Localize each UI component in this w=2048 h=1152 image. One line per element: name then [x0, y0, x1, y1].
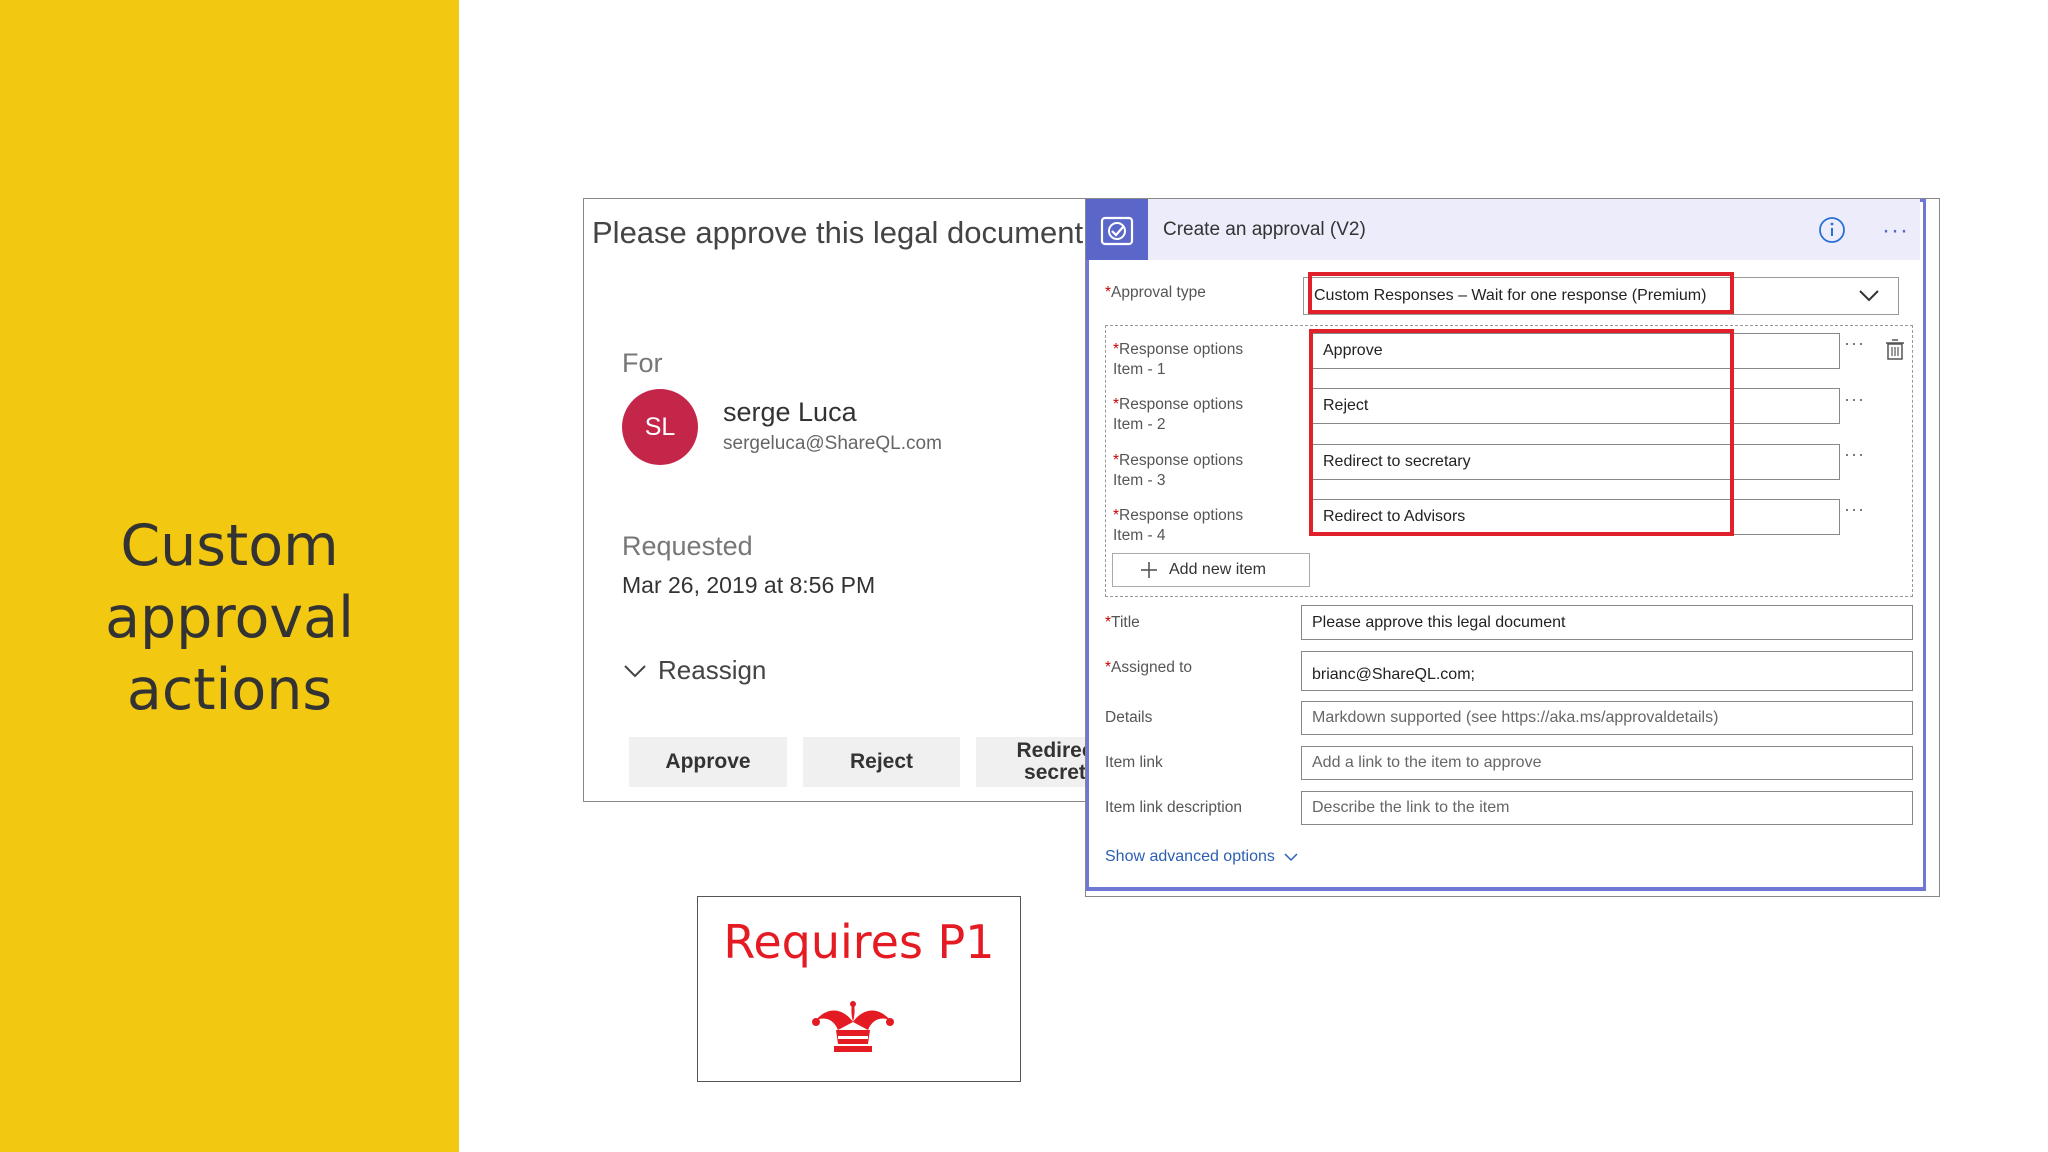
item-link-label: Item link	[1105, 754, 1163, 771]
title-field[interactable]: Please approve this legal document	[1301, 605, 1913, 640]
more-options-icon[interactable]: ···	[1844, 333, 1865, 354]
assigned-to-label: *Assigned to	[1105, 659, 1193, 676]
title-label: *Title	[1105, 614, 1140, 631]
approve-button[interactable]: Approve	[629, 737, 787, 787]
add-new-item-label: Add new item	[1169, 561, 1266, 578]
details-field[interactable]: Markdown supported (see https://aka.ms/a…	[1301, 701, 1913, 735]
for-label: For	[622, 348, 663, 378]
delete-icon[interactable]	[1883, 338, 1907, 362]
response-option-label-2: *Response options Item - 2	[1113, 396, 1244, 433]
requester-name: serge Luca	[723, 397, 857, 427]
approval-type-label: *Approval type	[1105, 284, 1206, 301]
highlight-approval-type	[1308, 272, 1734, 314]
reassign-label: Reassign	[658, 655, 767, 685]
requester-email: sergeluca@ShareQL.com	[723, 433, 942, 454]
requires-p1-text: Requires P1	[723, 915, 995, 969]
approval-icon	[1086, 199, 1148, 260]
card-title: Create an approval (V2)	[1163, 219, 1366, 240]
avatar: SL	[622, 389, 698, 465]
more-options-icon[interactable]: ···	[1844, 499, 1865, 520]
reassign-toggle[interactable]: Reassign	[622, 655, 766, 686]
card-bottom-border	[1086, 887, 1924, 891]
plus-icon	[1141, 562, 1157, 578]
chevron-down-icon	[624, 664, 646, 677]
highlight-response-options	[1309, 329, 1734, 536]
response-option-label-4: *Response options Item - 4	[1113, 507, 1244, 544]
card-header[interactable]: Create an approval (V2) ···	[1086, 199, 1920, 260]
redirect-button[interactable]: Redirec secret	[976, 737, 1087, 787]
reject-button[interactable]: Reject	[803, 737, 960, 787]
item-link-description-field[interactable]: Describe the link to the item	[1301, 791, 1913, 825]
requires-p1-callout: Requires P1	[697, 896, 1021, 1082]
info-icon[interactable]	[1818, 216, 1846, 244]
create-approval-card: Create an approval (V2) ··· *Approval ty…	[1085, 198, 1940, 897]
approval-email-card: Please approve this legal document For S…	[583, 198, 1088, 802]
response-option-label-3: *Response options Item - 3	[1113, 452, 1244, 489]
show-advanced-options-link[interactable]: Show advanced options	[1105, 848, 1299, 866]
add-new-item-button[interactable]: Add new item	[1112, 553, 1310, 587]
show-advanced-options-label: Show advanced options	[1105, 848, 1275, 865]
more-options-icon[interactable]: ···	[1882, 217, 1909, 245]
response-option-label-1: *Response options Item - 1	[1113, 341, 1244, 378]
email-subject: Please approve this legal document	[592, 215, 1084, 250]
details-label: Details	[1105, 709, 1153, 726]
item-link-description-label: Item link description	[1105, 799, 1242, 816]
more-options-icon[interactable]: ···	[1844, 444, 1865, 465]
item-link-field[interactable]: Add a link to the item to approve	[1301, 746, 1913, 780]
assigned-to-field[interactable]: brianc@ShareQL.com;	[1301, 651, 1913, 691]
chevron-down-icon[interactable]	[1858, 287, 1880, 305]
jester-hat-icon	[812, 1001, 894, 1052]
chevron-down-icon	[1284, 853, 1298, 862]
requested-date: Mar 26, 2019 at 8:56 PM	[622, 572, 876, 598]
more-options-icon[interactable]: ···	[1844, 389, 1865, 410]
requested-label: Requested	[622, 531, 753, 561]
slide-title: Custom approval actions	[105, 513, 354, 723]
